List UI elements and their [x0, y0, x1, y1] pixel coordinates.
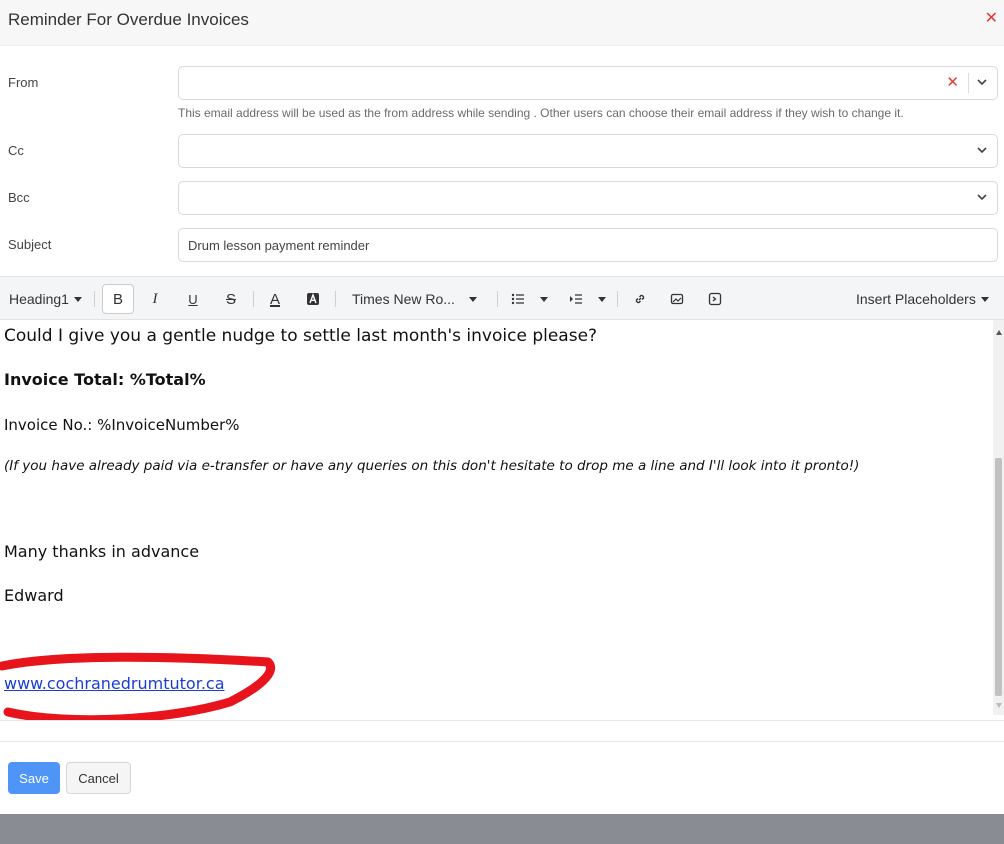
- image-icon: [670, 293, 684, 305]
- cancel-button[interactable]: Cancel: [66, 762, 131, 794]
- bullet-list-icon: [511, 293, 524, 305]
- body-line: Many thanks in advance: [4, 542, 200, 561]
- body-line: Could I give you a gentle nudge to settl…: [4, 326, 598, 346]
- underline-button[interactable]: U: [177, 284, 209, 314]
- italic-button[interactable]: I: [139, 284, 171, 314]
- highlight-button[interactable]: [297, 284, 329, 314]
- toolbar-separator: [94, 291, 95, 307]
- bcc-label: Bcc: [8, 190, 30, 205]
- caret-icon: [73, 296, 82, 302]
- modal-backdrop: [0, 814, 1004, 844]
- font-dropdown[interactable]: Times New Ro...: [352, 277, 477, 321]
- scrollbar-thumb[interactable]: [995, 458, 1002, 696]
- subject-value: Drum lesson payment reminder: [188, 238, 370, 253]
- toolbar-separator: [497, 291, 498, 307]
- insert-placeholders-dropdown[interactable]: Insert Placeholders: [856, 277, 989, 321]
- caret-icon: [980, 296, 989, 302]
- highlight-icon: [307, 293, 319, 305]
- save-button[interactable]: Save: [8, 762, 60, 794]
- dialog-title: Reminder For Overdue Invoices: [8, 10, 249, 29]
- toolbar-separator: [617, 291, 618, 307]
- code-icon: [708, 292, 722, 306]
- invoice-number-line: Invoice No.: %InvoiceNumber%: [4, 416, 240, 434]
- font-label: Times New Ro...: [352, 291, 455, 307]
- chevron-down-icon[interactable]: [975, 143, 989, 157]
- caret-icon: [468, 296, 477, 302]
- caret-icon: [598, 296, 606, 302]
- cc-select[interactable]: [178, 134, 998, 168]
- from-label: From: [8, 75, 39, 90]
- clear-icon[interactable]: ✕: [946, 75, 959, 91]
- body-line: (If you have already paid via e-transfer…: [4, 458, 860, 474]
- image-button[interactable]: [661, 284, 693, 314]
- chevron-down-icon[interactable]: [975, 190, 989, 204]
- invoice-total-line: Invoice Total: %Total%: [4, 370, 206, 389]
- editor-body[interactable]: Could I give you a gentle nudge to settl…: [0, 320, 993, 720]
- footer-divider: [0, 741, 1004, 742]
- select-separator: [968, 73, 969, 93]
- insert-placeholders-label: Insert Placeholders: [856, 291, 976, 307]
- cc-label: Cc: [8, 143, 24, 158]
- bullet-list-dropdown[interactable]: [511, 277, 548, 321]
- subject-input[interactable]: Drum lesson payment reminder: [178, 228, 998, 262]
- link-button[interactable]: [624, 284, 656, 314]
- caret-icon: [540, 296, 548, 302]
- font-color-button[interactable]: A: [259, 284, 291, 314]
- subject-label: Subject: [8, 237, 52, 252]
- bcc-select[interactable]: [178, 181, 998, 215]
- toolbar-separator: [253, 291, 254, 307]
- reminder-dialog: Reminder For Overdue Invoices ✕ From ✕ T…: [0, 0, 1004, 814]
- heading-label: Heading1: [9, 291, 69, 307]
- heading-dropdown[interactable]: Heading1: [9, 277, 82, 321]
- toolbar-separator: [335, 291, 336, 307]
- editor-toolbar: Heading1 B I U S A Times New Ro... Inser…: [0, 276, 1004, 320]
- link-icon: [635, 294, 645, 304]
- indent-dropdown[interactable]: [569, 277, 606, 321]
- bold-button[interactable]: B: [102, 284, 134, 314]
- strikethrough-button[interactable]: S: [215, 284, 247, 314]
- from-hint: This email address will be used as the f…: [178, 106, 904, 120]
- scroll-up-arrow[interactable]: [996, 330, 1002, 335]
- scroll-down-arrow[interactable]: [996, 703, 1002, 708]
- from-select[interactable]: ✕: [178, 66, 998, 100]
- code-button[interactable]: [699, 284, 731, 314]
- indent-icon: [570, 294, 582, 304]
- dialog-header: Reminder For Overdue Invoices ✕: [0, 0, 1004, 46]
- signature-name: Edward: [4, 586, 64, 605]
- red-circle-annotation: [0, 652, 275, 720]
- close-icon[interactable]: ✕: [985, 8, 998, 28]
- editor-divider: [0, 720, 1004, 721]
- chevron-down-icon[interactable]: [975, 75, 989, 89]
